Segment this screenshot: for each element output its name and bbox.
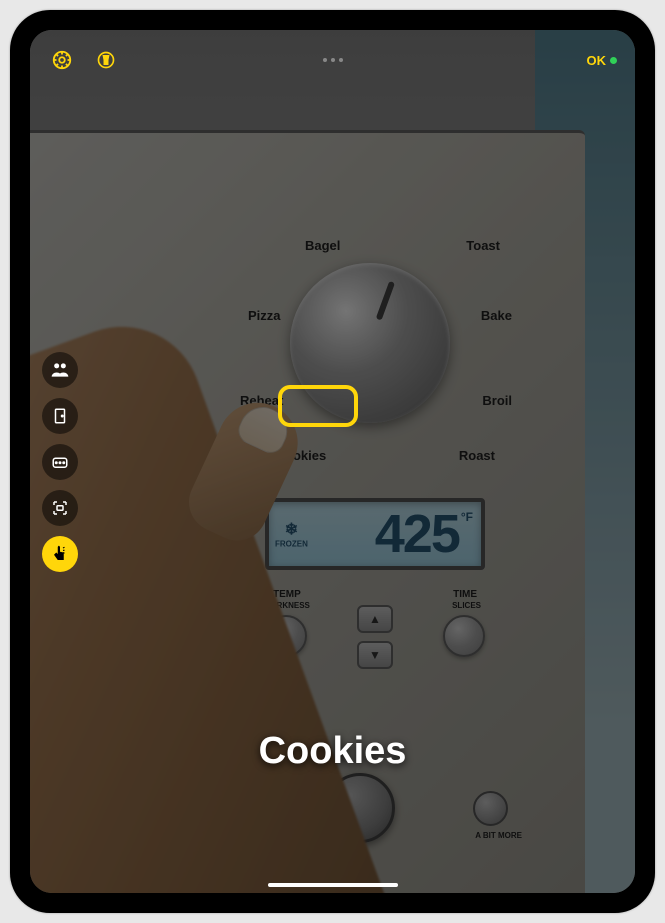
temperature-unit: °F — [461, 510, 473, 524]
door-detection-icon — [51, 407, 69, 425]
arrow-up-button: ▲ — [357, 605, 393, 633]
dial-label-bake: Bake — [481, 308, 512, 323]
point-speak-icon — [51, 545, 69, 563]
lcd-display: FROZEN 425 °F — [265, 498, 485, 570]
bit-more-button — [473, 791, 508, 826]
settings-icon — [51, 49, 73, 71]
top-bar: OK — [30, 40, 635, 80]
home-indicator[interactable] — [268, 883, 398, 887]
temperature-value: 425 — [375, 503, 459, 565]
arrow-down-button: ▼ — [357, 641, 393, 669]
dial-label-toast: Toast — [466, 238, 500, 253]
ipad-device-frame: Bagel Toast Pizza Bake Reheat Broil ooki… — [10, 10, 655, 913]
camera-privacy-indicator-icon — [610, 57, 617, 64]
people-detection-button[interactable] — [42, 352, 78, 388]
status-area: OK — [587, 53, 618, 68]
people-detection-icon — [50, 360, 70, 380]
image-description-button[interactable] — [42, 490, 78, 526]
screen: Bagel Toast Pizza Bake Reheat Broil ooki… — [30, 30, 635, 893]
settings-button[interactable] — [48, 46, 76, 74]
text-detection-icon — [51, 453, 69, 471]
time-label: TIME — [453, 589, 477, 600]
dial-label-broil: Broil — [482, 393, 512, 408]
time-button — [443, 615, 485, 657]
frozen-indicator: FROZEN — [275, 520, 308, 549]
detection-mode-toolbar — [42, 352, 78, 572]
dial-label-pizza: Pizza — [248, 308, 281, 323]
detection-highlight-box — [278, 385, 358, 427]
point-and-speak-button[interactable] — [42, 536, 78, 572]
flashlight-button[interactable] — [92, 46, 120, 74]
multitask-indicator[interactable] — [323, 58, 343, 62]
ok-status-label: OK — [587, 53, 607, 68]
slices-label: SLICES — [452, 601, 481, 610]
detection-result-text: Cookies — [259, 730, 407, 773]
door-detection-button[interactable] — [42, 398, 78, 434]
dial-label-roast: Roast — [459, 448, 495, 463]
text-detection-button[interactable] — [42, 444, 78, 480]
bit-more-label: A BIT MORE — [475, 831, 522, 840]
flashlight-icon — [96, 50, 116, 70]
temp-label: TEMP — [273, 589, 301, 600]
image-description-icon — [51, 499, 69, 517]
dial-label-bagel: Bagel — [305, 238, 340, 253]
